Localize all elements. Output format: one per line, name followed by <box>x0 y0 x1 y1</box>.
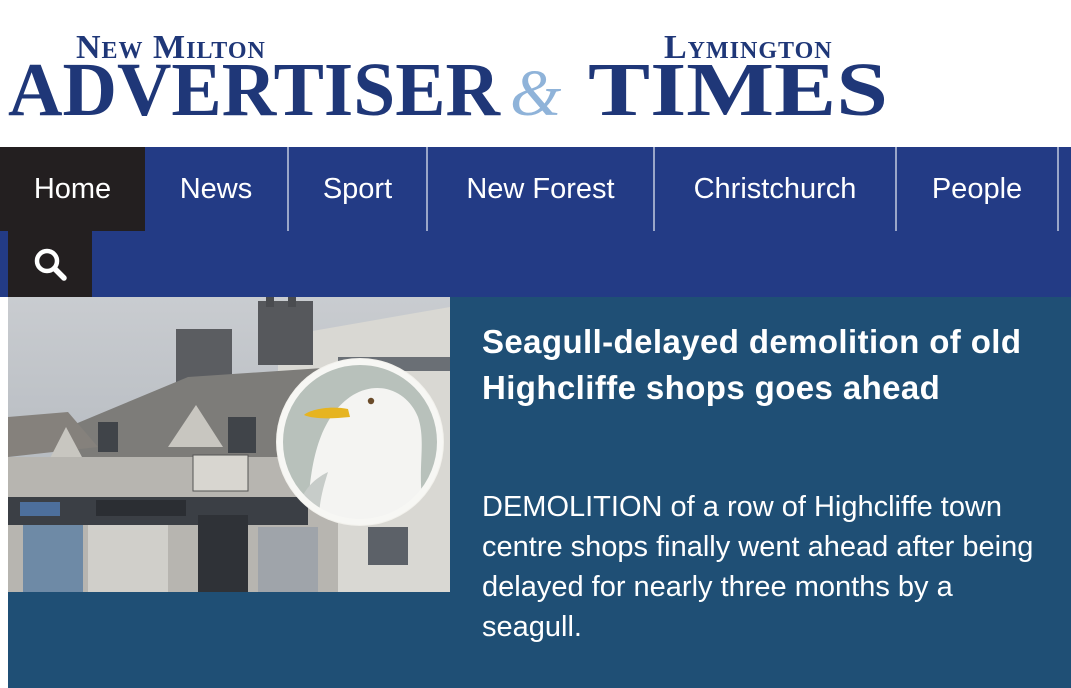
search-button[interactable] <box>8 231 92 297</box>
nav-sport[interactable]: Sport <box>289 147 426 231</box>
nav-new-forest[interactable]: New Forest <box>428 147 653 231</box>
search-icon <box>34 248 67 281</box>
story-image[interactable] <box>8 297 450 592</box>
logo-advertiser: Advertiser <box>8 48 501 132</box>
story-summary: DEMOLITION of a row of Highcliffe town c… <box>482 491 1034 643</box>
nav-divider <box>1057 147 1059 231</box>
story-headline[interactable]: Seagull-delayed demolition of old Highcl… <box>482 319 1042 411</box>
nav-home[interactable]: Home <box>0 147 145 231</box>
story-photo <box>8 297 450 592</box>
featured-story: Seagull-delayed demolition of old Highcl… <box>8 297 1071 688</box>
site-logo[interactable]: New Milton Advertiser & Lymington Times <box>8 22 888 132</box>
main-navigation: Home News Sport New Forest Christchurch … <box>0 147 1071 297</box>
nav-news[interactable]: News <box>145 147 287 231</box>
nav-christchurch[interactable]: Christchurch <box>655 147 895 231</box>
logo-ampersand: & <box>510 57 562 130</box>
nav-people[interactable]: People <box>897 147 1057 231</box>
masthead: New Milton Advertiser & Lymington Times <box>0 0 1071 147</box>
logo-times: Times <box>588 48 888 132</box>
